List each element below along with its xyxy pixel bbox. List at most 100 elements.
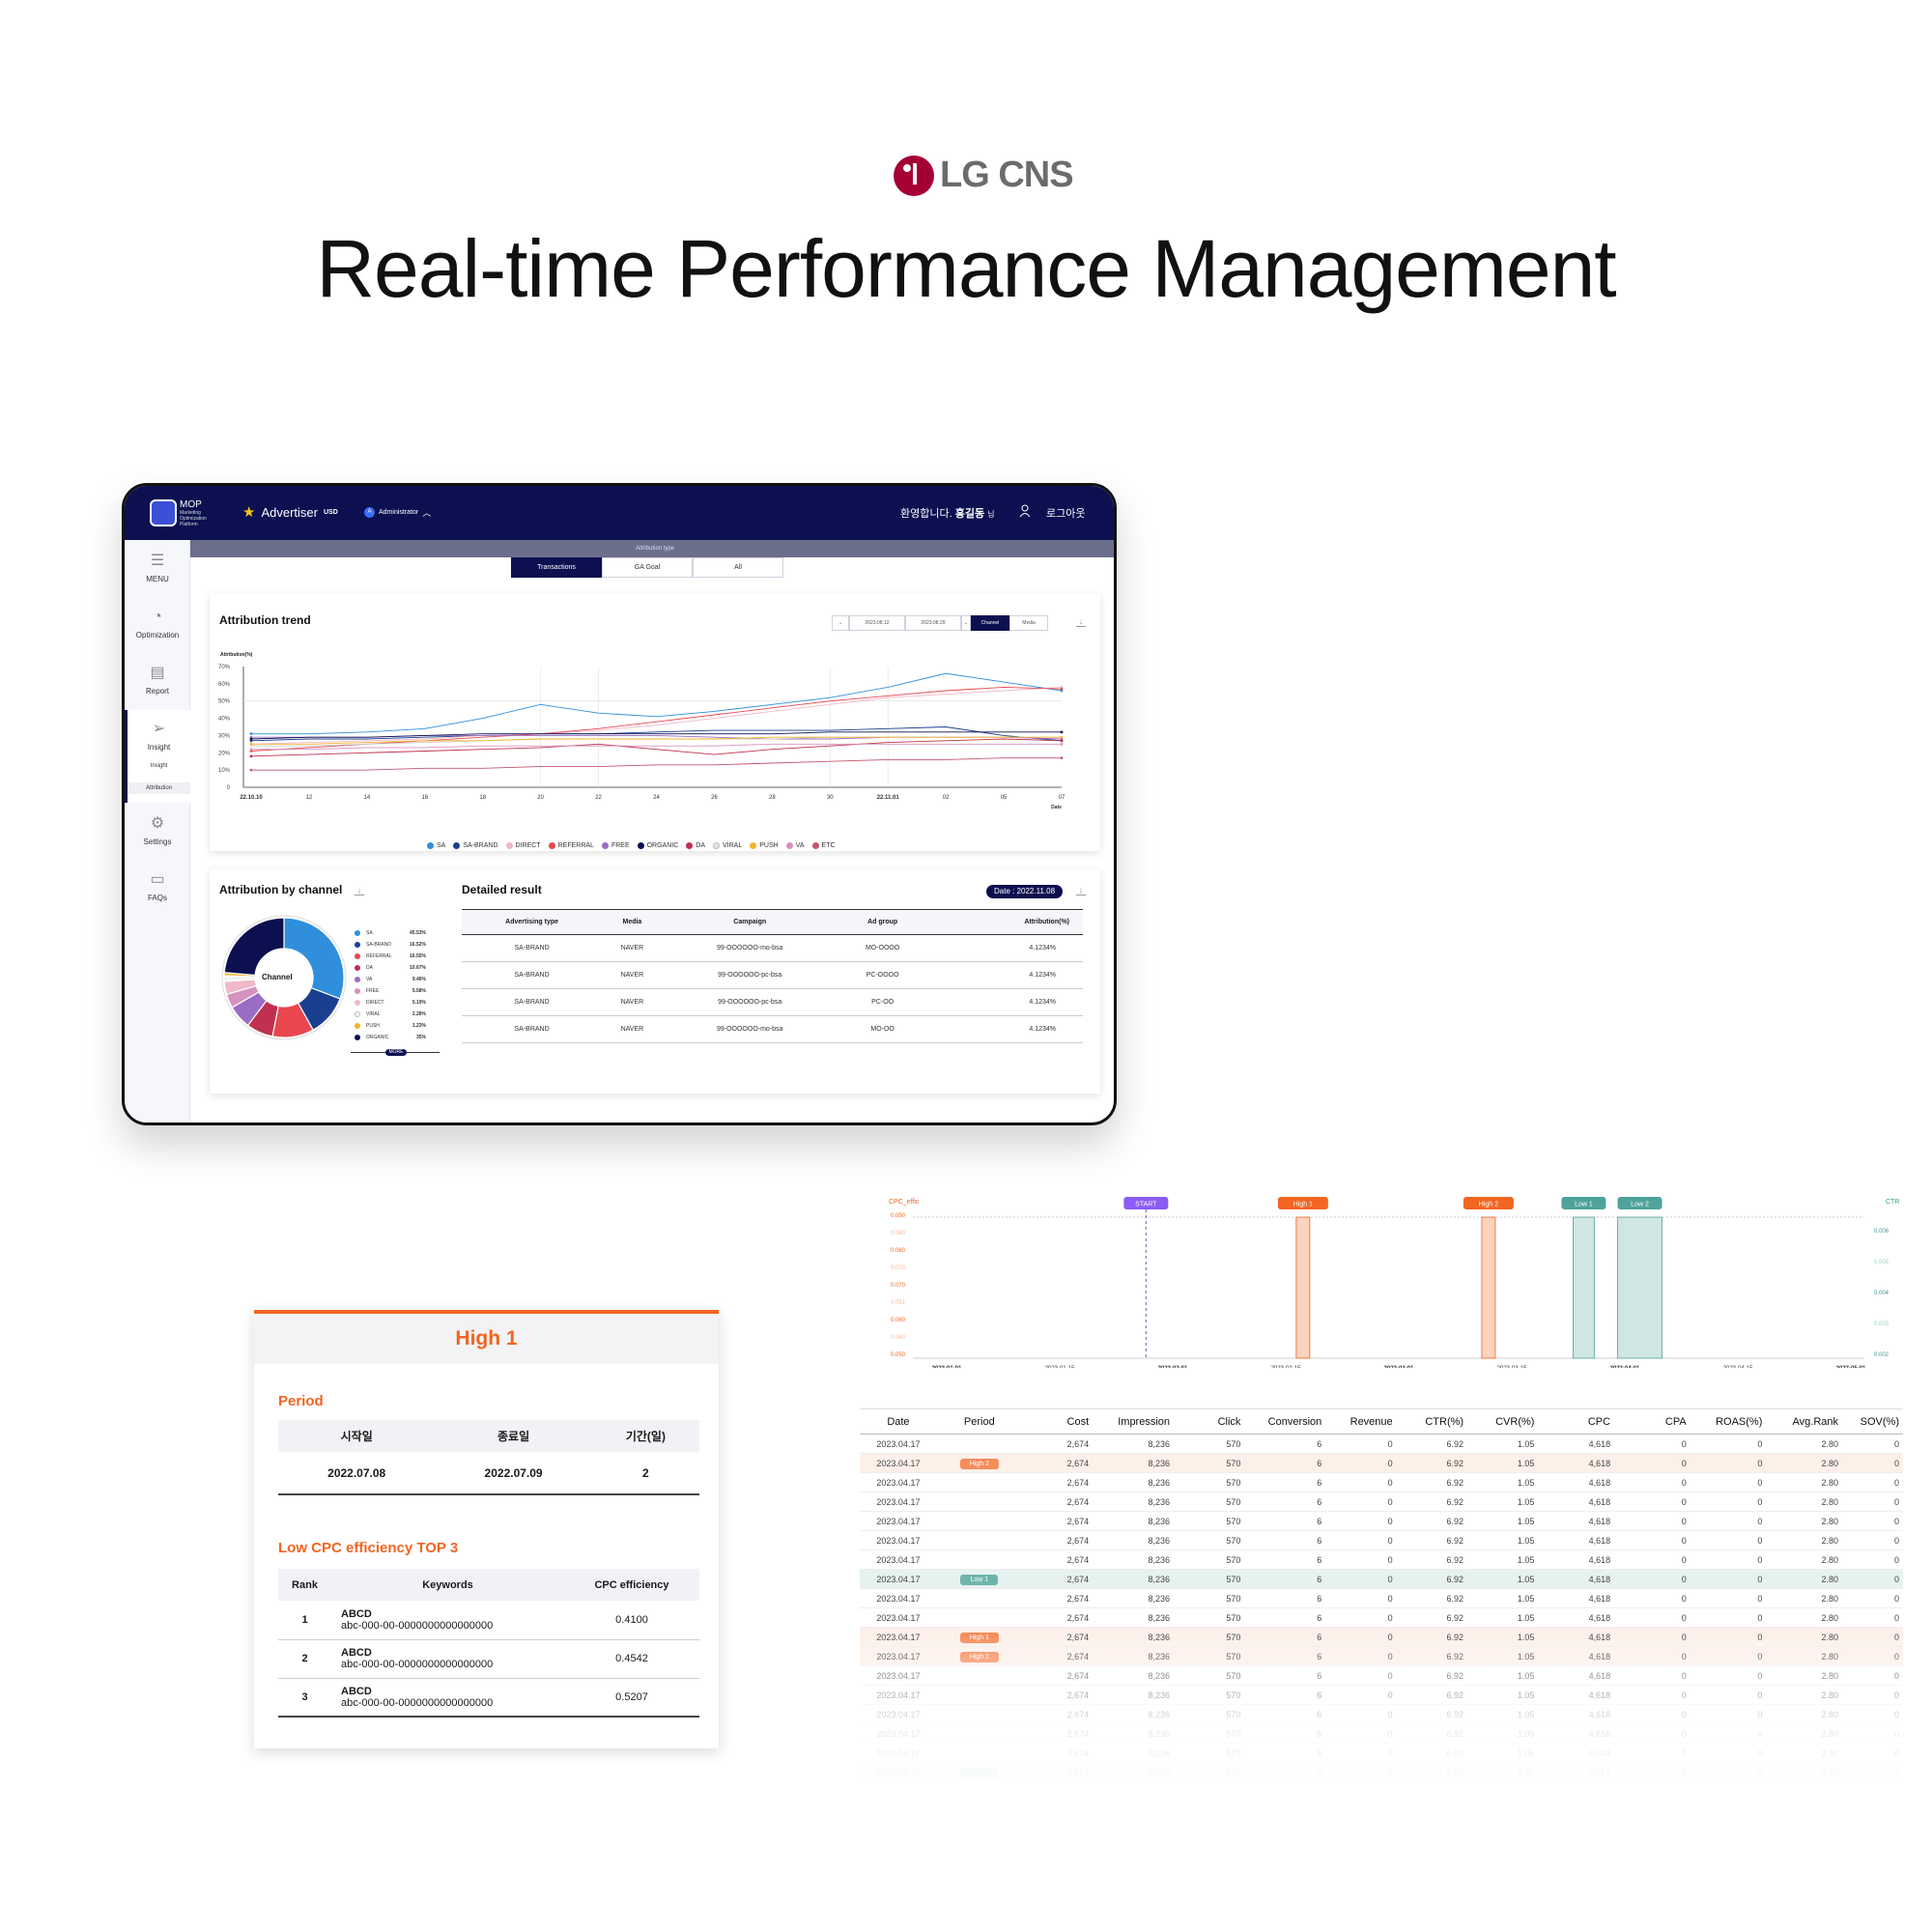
table-cell: 6.92 xyxy=(1396,1492,1468,1512)
column-header[interactable]: Cost xyxy=(1021,1408,1094,1435)
download-icon[interactable]: ↓ xyxy=(355,886,364,895)
sidebar-item-optimization[interactable]: ◔ Optimization xyxy=(125,610,190,640)
series-point xyxy=(249,748,253,752)
table-row[interactable]: 2023.04.17 2,674 8,236 570 6 0 6.92 1.05 4,618 0 0… xyxy=(860,1588,1903,1608)
table-row[interactable]: 2023.04.17 2,674 8,236 570 6 0 6.92 1.05 4,618 0 0… xyxy=(860,1723,1903,1744)
table-row[interactable]: SA-BRAND NAVER 99-OOOOOO-pc-bsa PC-OO 4.1234… xyxy=(462,988,1083,1016)
legend-item[interactable]: ETC xyxy=(811,842,836,849)
table-row[interactable]: SA-BRAND NAVER 99-OOOOOO-pc-bsa PC-OOOO 4.12… xyxy=(462,961,1083,989)
table-cell: 2,674 xyxy=(1021,1607,1094,1628)
table-row[interactable]: 2023.04.17 2,674 8,236 570 6 0 6.92 1.05 4,618 0 0… xyxy=(860,1530,1903,1550)
tab-ga-goal[interactable]: GA Goal xyxy=(602,557,693,578)
table-cell: 0 xyxy=(1614,1453,1690,1473)
legend-item[interactable]: SA xyxy=(427,842,445,849)
column-header[interactable]: SOV(%) xyxy=(1842,1408,1903,1435)
period-band-low-1[interactable] xyxy=(1573,1216,1595,1359)
sidebar-subitem-attribution[interactable]: Attribution xyxy=(128,782,190,794)
table-row[interactable]: 2023.04.17 2,674 8,236 570 6 0 6.92 1.05 4,618 0 0… xyxy=(860,1665,1903,1686)
sidebar-item-settings[interactable]: ⚙ Settings xyxy=(125,816,190,847)
table-row[interactable]: SA-BRAND NAVER 99-OOOOOO-mo-bsa MO-OO 4.1234… xyxy=(462,1015,1083,1043)
table-row[interactable]: 2023.04.17 2,674 8,236 570 6 0 6.92 1.05 4,618 0 0… xyxy=(860,1472,1903,1492)
table-row[interactable]: 2023.04.17 High 2 2,674 8,236 570 6 0 6.92 1.05 4… xyxy=(860,1453,1903,1473)
period-badge[interactable]: High 2 xyxy=(959,1458,999,1469)
column-header[interactable]: CPA xyxy=(1614,1408,1690,1435)
table-row[interactable]: 2023.04.17 2,674 8,236 570 6 0 6.92 1.05 4,618 0 0… xyxy=(860,1511,1903,1531)
table-cell: 4,618 xyxy=(1538,1762,1615,1782)
legend-item[interactable]: ORGANIC xyxy=(637,842,678,849)
table-row[interactable]: 2023.04.17 High 2 2,674 8,236 570 6 0 6.92 1.05 4… xyxy=(860,1646,1903,1666)
logout-button[interactable]: 로그아웃 xyxy=(1046,505,1085,521)
table-header-row: Date Period Cost Impression Click Conversion R… xyxy=(860,1408,1903,1435)
legend-item[interactable]: PUSH xyxy=(750,842,779,849)
legend-item[interactable]: DIRECT xyxy=(505,842,541,849)
column-header[interactable]: Impression xyxy=(1093,1408,1175,1435)
table-cell: 8,236 xyxy=(1093,1453,1175,1473)
table-row[interactable]: 2023.04.17 2,674 8,236 570 6 0 6.92 1.05 4,618 0 0… xyxy=(860,1685,1903,1705)
date-from-field[interactable]: 2023.08.12 xyxy=(849,615,905,631)
column-header[interactable]: Period xyxy=(940,1408,1022,1435)
column-header[interactable]: ROAS(%) xyxy=(1690,1408,1767,1435)
table-cell: 2,674 xyxy=(1021,1530,1094,1550)
role-selector[interactable]: A Administrator ︿ xyxy=(364,506,431,519)
sidebar-item-faqs[interactable]: ▭ FAQs xyxy=(125,872,190,903)
table-cell xyxy=(940,1492,1022,1512)
column-header[interactable]: Date xyxy=(860,1408,941,1435)
period-band-high-2[interactable] xyxy=(1481,1216,1496,1359)
table-cell: 2,674 xyxy=(1021,1685,1094,1705)
table-row[interactable]: 3 ABCD abc-000-00-0000000000000000 0.5207 xyxy=(278,1678,699,1718)
advertiser-selector[interactable]: ★ Advertiser USD xyxy=(242,503,338,521)
column-header[interactable]: CTR(%) xyxy=(1396,1408,1468,1435)
column-header[interactable]: CVR(%) xyxy=(1467,1408,1539,1435)
period-band-low-2[interactable] xyxy=(1617,1216,1662,1359)
sidebar-item-menu[interactable]: ☰ MENU xyxy=(125,554,190,584)
table-row[interactable]: 2023.04.17 2,674 8,236 570 6 0 6.92 1.05 4,618 0 0… xyxy=(860,1434,1903,1454)
column-header[interactable]: Revenue xyxy=(1325,1408,1397,1435)
legend-item[interactable]: DA xyxy=(686,842,705,849)
table-row[interactable]: 2023.04.17 2,674 8,236 570 6 0 6.92 1.05 4,618 0 0… xyxy=(860,1743,1903,1763)
toggle-media[interactable]: Media xyxy=(1009,615,1048,631)
more-button[interactable]: MORE xyxy=(385,1049,407,1056)
table-cell: 6 xyxy=(1244,1453,1326,1473)
table-row[interactable]: SA-BRAND NAVER 99-OOOOOO-mo-bsa MO-OOOO 4.12… xyxy=(462,934,1083,962)
period-badge[interactable]: High 1 xyxy=(959,1632,999,1643)
column-header[interactable]: CPC xyxy=(1538,1408,1615,1435)
legend-item[interactable]: VIRAL xyxy=(713,842,742,849)
download-icon[interactable]: ↓ xyxy=(1076,617,1086,627)
legend-item[interactable]: VA xyxy=(785,842,805,849)
table-row[interactable]: 2023.04.17 2,674 8,236 570 6 0 6.92 1.05 4,618 0 0… xyxy=(860,1549,1903,1570)
table-row[interactable]: 1 ABCD abc-000-00-0000000000000000 0.4100 xyxy=(278,1601,699,1640)
legend-item[interactable]: FREE xyxy=(601,842,630,849)
table-row[interactable]: 2023.04.17 2,674 8,236 570 6 0 6.92 1.05 4,618 0 0… xyxy=(860,1492,1903,1512)
right-tick-label: 0.004 xyxy=(1874,1291,1889,1296)
period-badge[interactable]: High 2 xyxy=(959,1651,999,1662)
table-row[interactable]: 2023.04.17 2,674 8,236 570 6 0 6.92 1.05 4,618 0 0… xyxy=(860,1607,1903,1628)
table-cell: 0 xyxy=(1842,1588,1903,1608)
sidebar-item-insight[interactable]: ➢ Insight Insight Attribution xyxy=(125,710,190,803)
period-badge[interactable]: Low 1 xyxy=(960,1767,999,1778)
table-row[interactable]: 2 ABCD abc-000-00-0000000000000000 0.4542 xyxy=(278,1639,699,1679)
user-icon[interactable] xyxy=(1019,504,1031,518)
sidebar-subitem-insight[interactable]: Insight xyxy=(128,763,190,769)
sidebar-item-report[interactable]: ▤ Report xyxy=(125,666,190,696)
column-header[interactable]: Click xyxy=(1174,1408,1245,1435)
tab-all[interactable]: All xyxy=(693,557,783,578)
download-icon[interactable]: ↓ xyxy=(1076,886,1086,895)
tab-transactions[interactable]: Transactions xyxy=(511,557,602,578)
toggle-channel[interactable]: Channel xyxy=(971,615,1009,631)
legend-item[interactable]: SA-BRAND xyxy=(453,842,498,849)
period-badge[interactable]: Low 1 xyxy=(960,1574,999,1585)
table-row[interactable]: 2023.04.17 2,674 8,236 570 6 0 6.92 1.05 4,618 0 0… xyxy=(860,1704,1903,1724)
legend-item[interactable]: REFERRAL xyxy=(548,842,594,849)
column-header[interactable]: Avg.Rank xyxy=(1766,1408,1843,1435)
chevron-down-icon[interactable]: ⌄ xyxy=(961,615,971,631)
date-to-field[interactable]: 2023.08.29 xyxy=(905,615,961,631)
table-row[interactable]: 2023.04.17 Low 1 2,674 8,236 570 6 0 6.92 1.05 4,… xyxy=(860,1569,1903,1589)
period-band-high-1[interactable] xyxy=(1295,1216,1311,1359)
chevron-down-icon[interactable]: ⌄ xyxy=(832,615,849,631)
mop-logo-icon[interactable] xyxy=(150,499,177,526)
table-row[interactable]: 2023.04.17 High 1 2,674 8,236 570 6 0 6.92 1.05 4… xyxy=(860,1627,1903,1647)
column-header[interactable]: Conversion xyxy=(1244,1408,1326,1435)
channel-legend-item: VA 9.46% xyxy=(355,974,426,985)
table-row[interactable]: 2023.04.17 Low 1 2,674 8,236 570 6 0 6.92 1.05 4,… xyxy=(860,1762,1903,1782)
table-cell: 1.05 xyxy=(1467,1549,1539,1570)
